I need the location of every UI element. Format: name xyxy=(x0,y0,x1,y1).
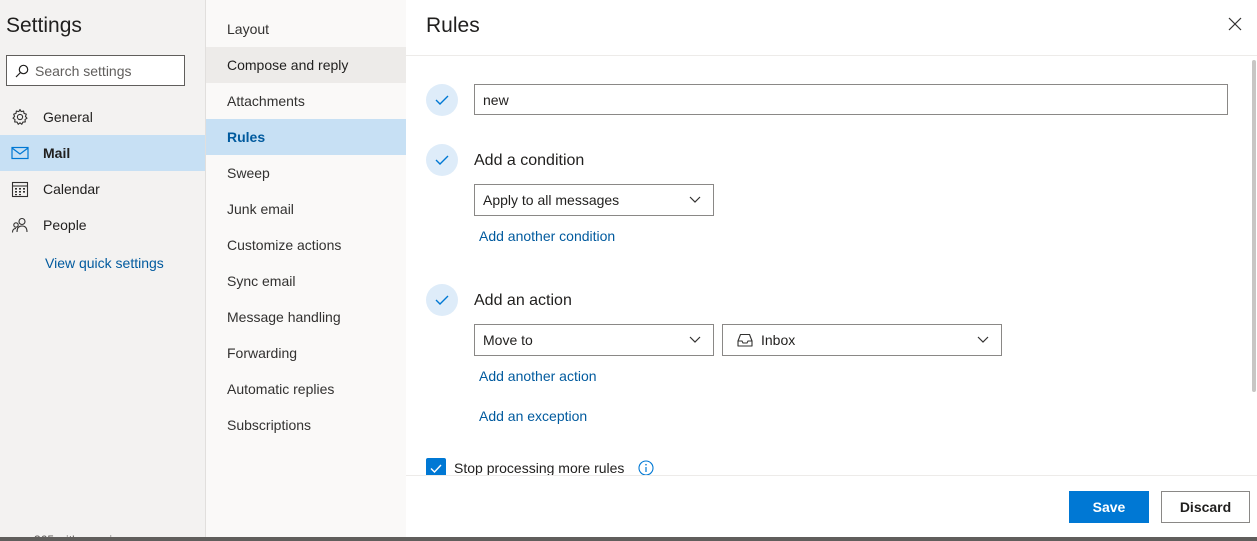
rule-editor-panel: Rules Add a condition Apply to all messa… xyxy=(406,0,1257,541)
mail-option-attachments[interactable]: Attachments xyxy=(206,83,406,119)
step-complete-badge xyxy=(426,144,458,176)
step-complete-badge xyxy=(426,84,458,116)
mail-option-junk-email[interactable]: Junk email xyxy=(206,191,406,227)
settings-category-mail[interactable]: Mail xyxy=(0,135,205,171)
mail-option-sync-email[interactable]: Sync email xyxy=(206,263,406,299)
settings-category-label: People xyxy=(43,217,87,233)
checkmark-icon xyxy=(435,95,449,105)
checkmark-icon xyxy=(435,155,449,165)
chevron-down-icon xyxy=(975,332,991,348)
settings-category-label: Calendar xyxy=(43,181,100,197)
calendar-icon xyxy=(10,179,30,199)
mail-option-automatic-replies[interactable]: Automatic replies xyxy=(206,371,406,407)
info-icon[interactable] xyxy=(638,460,654,476)
settings-category-people[interactable]: People xyxy=(0,207,205,243)
action-dropdown[interactable]: Move to xyxy=(474,324,714,356)
rule-name-input[interactable] xyxy=(474,84,1228,115)
people-icon xyxy=(10,215,30,235)
scrollbar-thumb[interactable] xyxy=(1252,60,1256,392)
mail-option-layout[interactable]: Layout xyxy=(206,11,406,47)
chevron-down-icon xyxy=(687,332,703,348)
search-settings-box[interactable] xyxy=(6,55,185,86)
folder-dropdown[interactable]: Inbox xyxy=(722,324,1002,356)
add-another-action-link[interactable]: Add another action xyxy=(479,368,597,384)
checkmark-icon xyxy=(435,295,449,305)
inbox-icon xyxy=(737,333,753,347)
discard-button[interactable]: Discard xyxy=(1161,491,1250,523)
save-button[interactable]: Save xyxy=(1069,491,1149,523)
header-divider xyxy=(406,55,1257,56)
add-exception-link[interactable]: Add an exception xyxy=(479,408,587,424)
mail-option-customize-actions[interactable]: Customize actions xyxy=(206,227,406,263)
search-settings-input[interactable] xyxy=(35,62,175,79)
settings-category-general[interactable]: General xyxy=(0,99,205,135)
mail-option-message-handling[interactable]: Message handling xyxy=(206,299,406,335)
step-complete-badge xyxy=(426,284,458,316)
gear-icon xyxy=(10,107,30,127)
settings-category-label: Mail xyxy=(43,145,71,161)
condition-dropdown-value: Apply to all messages xyxy=(483,192,620,208)
close-icon xyxy=(1228,17,1242,31)
page-title: Rules xyxy=(426,14,480,37)
mail-option-compose-and-reply[interactable]: Compose and reply xyxy=(206,47,406,83)
search-icon xyxy=(15,64,29,77)
mail-option-subscriptions[interactable]: Subscriptions xyxy=(206,407,406,443)
mail-option-sweep[interactable]: Sweep xyxy=(206,155,406,191)
settings-category-label: General xyxy=(43,109,93,125)
stop-processing-label: Stop processing more rules xyxy=(454,460,625,476)
window-bottom-edge xyxy=(0,537,1257,541)
checkmark-icon xyxy=(430,464,442,473)
mail-option-rules[interactable]: Rules xyxy=(206,119,406,155)
folder-dropdown-value: Inbox xyxy=(761,332,796,348)
condition-heading: Add a condition xyxy=(474,152,585,169)
view-quick-settings-link[interactable]: View quick settings xyxy=(45,255,164,271)
mail-options-list: Layout Compose and reply Attachments Rul… xyxy=(205,0,406,541)
mail-icon xyxy=(10,143,30,163)
chevron-down-icon xyxy=(687,192,703,208)
close-button[interactable] xyxy=(1225,14,1245,34)
add-another-condition-link[interactable]: Add another condition xyxy=(479,228,615,244)
condition-dropdown[interactable]: Apply to all messages xyxy=(474,184,714,216)
mail-option-forwarding[interactable]: Forwarding xyxy=(206,335,406,371)
settings-title: Settings xyxy=(6,14,82,37)
action-heading: Add an action xyxy=(474,292,572,309)
action-dropdown-value: Move to xyxy=(483,332,533,348)
settings-category-calendar[interactable]: Calendar xyxy=(0,171,205,207)
settings-nav: Settings General Mail xyxy=(0,0,205,541)
